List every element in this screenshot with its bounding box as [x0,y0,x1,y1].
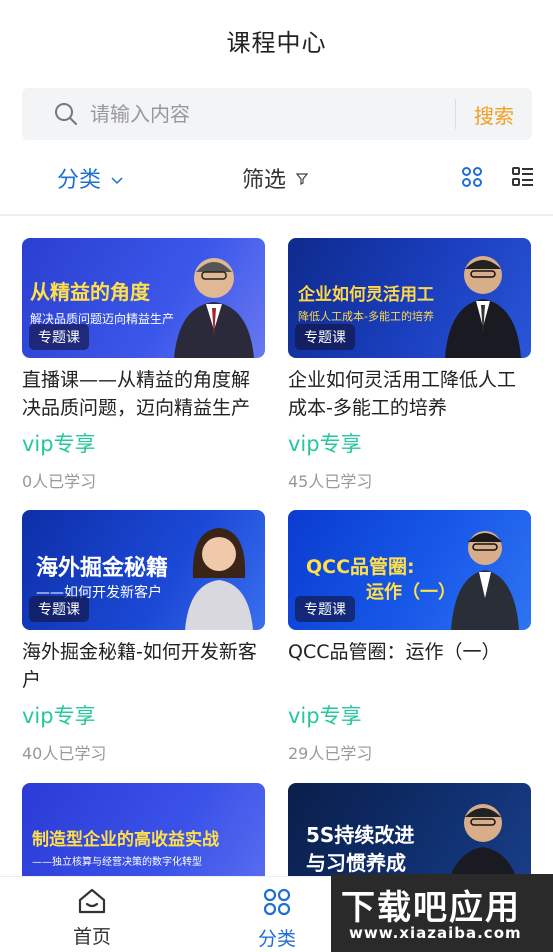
search-button[interactable]: 搜索 [456,100,532,129]
thumbnail-title: QCC品管圈: [306,556,415,578]
thumbnail-subtitle: 运作（一） [366,582,456,603]
thumbnail-subtitle: 与习惯养成 [306,851,406,875]
course-tag: 专题课 [295,324,355,350]
grid-view-icon[interactable] [461,166,483,192]
thumbnail-title: 企业如何灵活用工 [298,285,434,305]
nav-home-label: 首页 [72,926,111,948]
header: 课程中心 [0,0,553,80]
list-view-icon[interactable] [512,166,534,192]
search-input[interactable] [90,102,455,126]
watermark: 下载吧应用 www.xiazaiba.com [331,874,553,952]
search-icon [54,102,78,126]
chevron-down-icon [111,166,123,191]
instructor-photo [185,528,253,630]
thumbnail-subtitle: ——独立核算与经营决策的数字化转型 [32,857,202,868]
vip-badge: vip专享 [22,704,96,728]
divider [0,214,553,216]
course-card[interactable]: 企业如何灵活用工 降低人工成本-多能工的培养 专题课 企业如何灵活用工降低人工成… [288,238,531,492]
learner-count: 0人已学习 [22,472,97,491]
vip-badge: vip专享 [288,704,362,728]
course-tag: 专题课 [295,596,355,622]
course-thumbnail: 从精益的角度 解决品质问题迈向精益生产 专题课 [22,238,265,358]
thumbnail-title: 从精益的角度 [30,280,150,304]
course-title: 海外掘金秘籍-如何开发新客户 [22,641,257,691]
thumbnail-title: 海外掘金秘籍 [36,556,169,581]
screen-filter-label: 筛选 [242,168,287,193]
nav-category[interactable]: 分类 [247,887,307,951]
search-bar: 搜索 [22,88,532,140]
category-filter-label: 分类 [57,168,102,193]
course-thumbnail: QCC品管圈: 运作（一） 专题课 [288,510,531,630]
course-card[interactable]: 海外掘金秘籍 ——如何开发新客户 专题课 海外掘金秘籍-如何开发新客户 vip专… [22,510,265,764]
watermark-title: 下载吧应用 [341,888,521,928]
course-title: 企业如何灵活用工降低人工成本-多能工的培养 [288,369,517,419]
instructor-photo [445,256,521,358]
nav-home[interactable]: 首页 [62,887,122,949]
course-title: QCC品管圈：运作（一） [288,641,501,663]
course-tag: 专题课 [29,596,89,622]
course-thumbnail: 企业如何灵活用工 降低人工成本-多能工的培养 专题课 [288,238,531,358]
funnel-icon [295,166,309,191]
home-icon [78,888,106,914]
category-filter[interactable]: 分类 [57,162,123,194]
course-thumbnail: 海外掘金秘籍 ——如何开发新客户 专题课 [22,510,265,630]
learner-count: 45人已学习 [288,472,373,491]
screen-filter[interactable]: 筛选 [242,162,309,194]
course-card[interactable]: QCC品管圈: 运作（一） 专题课 QCC品管圈：运作（一） vip专享 29人… [288,510,531,764]
course-tag: 专题课 [29,324,89,350]
instructor-photo [174,258,254,358]
vip-badge: vip专享 [22,432,96,456]
thumbnail-subtitle: 降低人工成本-多能工的培养 [298,310,434,323]
vip-badge: vip专享 [288,432,362,456]
thumbnail-title: 制造型企业的高收益实战 [32,830,219,850]
course-title: 直播课——从精益的角度解决品质问题，迈向精益生产 [22,369,251,419]
nav-category-label: 分类 [257,928,296,950]
learner-count: 40人已学习 [22,744,107,763]
watermark-url: www.xiazaiba.com [349,924,522,942]
thumbnail-title: 5S持续改进 [306,823,415,847]
course-card[interactable]: 从精益的角度 解决品质问题迈向精益生产 专题课 直播课——从精益的角度解决品质问… [22,238,265,492]
instructor-photo [451,531,519,630]
page-title: 课程中心 [226,28,327,57]
learner-count: 29人已学习 [288,744,373,763]
category-icon [263,888,291,916]
